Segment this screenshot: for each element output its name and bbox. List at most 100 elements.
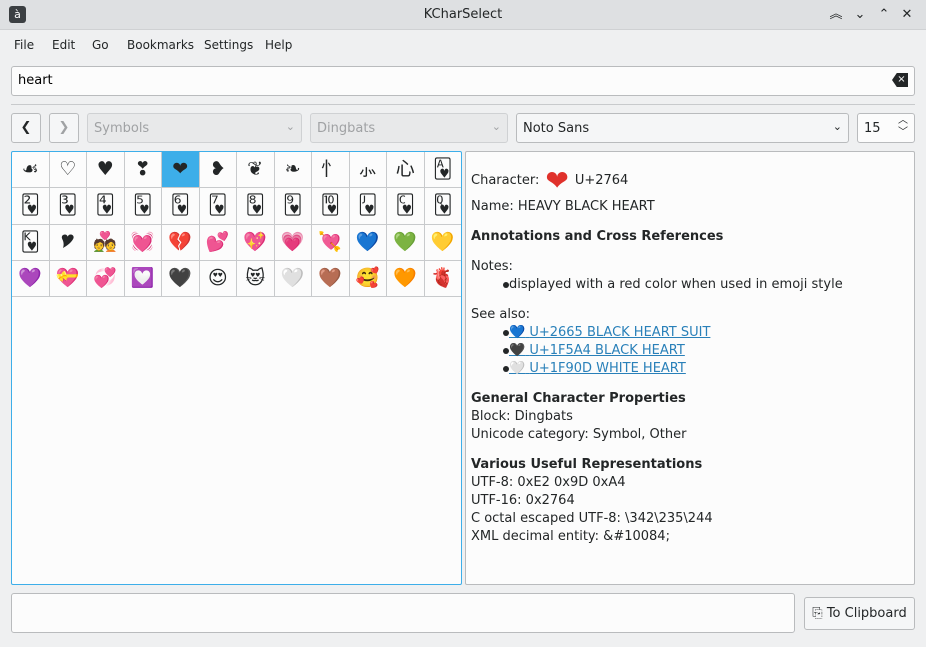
character-cell[interactable]: 🂶 — [162, 188, 200, 225]
see-also-item: 🖤 U+1F5A4 BLACK HEART — [471, 342, 909, 360]
category-info: Unicode category: Symbol, Other — [471, 427, 687, 442]
minimize-icon[interactable]: ⌄ — [850, 5, 870, 25]
character-cell[interactable]: ☙ — [12, 152, 50, 189]
search-field[interactable]: × — [11, 66, 915, 96]
window-title: KCharSelect — [423, 7, 503, 22]
search-input[interactable] — [18, 73, 878, 88]
character-cell[interactable]: 💜 — [12, 260, 50, 298]
character-cell[interactable]: 🧡 — [387, 260, 425, 298]
menu-edit[interactable]: Edit — [52, 38, 75, 52]
character-cell[interactable]: ❧ — [274, 152, 312, 189]
forward-button[interactable]: ❯ — [49, 113, 79, 143]
character-cell[interactable]: 💙 — [349, 224, 387, 261]
section-select[interactable]: Symbols ⌄ — [87, 113, 302, 143]
character-code: U+2764 — [574, 173, 629, 188]
annotations-heading: Annotations and Cross References — [471, 229, 724, 244]
see-also-item: 🤍 U+1F90D WHITE HEART — [471, 360, 909, 378]
character-cell[interactable]: 😻 — [237, 260, 275, 298]
character-cell[interactable]: 🖤 — [162, 260, 200, 298]
menu-go[interactable]: Go — [92, 38, 109, 52]
character-cell[interactable]: 🥰 — [349, 260, 387, 298]
character-cell[interactable]: 💘 — [312, 224, 350, 261]
note-item: displayed with a red color when used in … — [471, 276, 909, 294]
heart-icon: 🤍 — [509, 361, 526, 376]
chevron-left-icon: ❮ — [20, 120, 32, 135]
to-clipboard-button[interactable]: ⎘ To Clipboard — [804, 597, 915, 630]
link-text: U+1F90D WHITE HEART — [529, 361, 686, 376]
keep-above-icon[interactable]: ︽ — [826, 5, 846, 25]
to-clipboard-label: To Clipboard — [826, 606, 907, 621]
menu-help[interactable]: Help — [265, 38, 292, 52]
character-cell[interactable]: 🂼 — [387, 188, 425, 225]
character-cell[interactable]: ⼼ — [387, 152, 425, 189]
character-cell[interactable]: 💞 — [87, 260, 125, 298]
notes-label: Notes: — [471, 259, 513, 274]
character-cell[interactable]: 🂽 — [424, 188, 461, 225]
representations-heading: Various Useful Representations — [471, 457, 703, 472]
character-cell[interactable]: 💝 — [49, 260, 87, 298]
character-cell[interactable]: ❣ — [124, 152, 162, 189]
character-cell[interactable]: ⺖ — [312, 152, 350, 189]
character-cell[interactable]: 💛 — [424, 225, 461, 261]
character-label: Character: — [471, 173, 540, 188]
character-cell[interactable]: 🎔 — [49, 224, 87, 261]
character-cell[interactable]: 💖 — [237, 224, 275, 261]
see-also-link[interactable]: 💙 U+2665 BLACK HEART SUIT — [509, 325, 710, 340]
back-button[interactable]: ❮ — [11, 113, 41, 143]
xml-info: XML decimal entity: &#10084; — [471, 529, 670, 544]
see-also-label: See also: — [471, 307, 531, 322]
character-cell[interactable]: 🂳 — [49, 188, 87, 225]
output-text-field[interactable] — [11, 593, 795, 633]
character-cell[interactable]: 🂸 — [237, 188, 275, 225]
character-cell[interactable]: 💗 — [274, 224, 312, 261]
maximize-icon[interactable]: ⌃ — [874, 5, 894, 25]
font-size-spinbox[interactable]: 15 ︿ ﹀ — [857, 113, 915, 143]
character-cell[interactable]: ❤ — [162, 152, 200, 189]
character-cell[interactable]: 😍 — [199, 260, 237, 298]
note-text: displayed with a red color when used in … — [509, 277, 843, 292]
character-cell[interactable]: 💔 — [162, 224, 200, 261]
character-cell[interactable]: 🂾 — [12, 224, 50, 261]
character-cell[interactable]: 🂻 — [349, 188, 387, 225]
see-also-link[interactable]: 🤍 U+1F90D WHITE HEART — [509, 361, 686, 376]
spin-arrows-icon[interactable]: ︿ ﹀ — [898, 115, 908, 139]
character-cell[interactable]: 💑 — [87, 224, 125, 261]
chevron-down-icon: ⌄ — [285, 120, 295, 133]
character-cell[interactable]: ♡ — [49, 152, 87, 189]
block-select[interactable]: Dingbats ⌄ — [310, 113, 508, 143]
block-value: Dingbats — [317, 121, 376, 136]
character-cell[interactable]: 💕 — [199, 224, 237, 261]
utf16-info: UTF-16: 0x2764 — [471, 493, 575, 508]
font-value: Noto Sans — [523, 121, 590, 136]
see-also-link[interactable]: 🖤 U+1F5A4 BLACK HEART — [509, 343, 685, 358]
character-cell[interactable]: 🫀 — [424, 261, 461, 298]
character-cell[interactable]: ❥ — [199, 152, 237, 189]
menu-file[interactable]: File — [14, 38, 34, 52]
character-cell[interactable]: ♥ — [87, 152, 125, 189]
character-cell[interactable]: 🂲 — [12, 188, 50, 225]
menu-bookmarks[interactable]: Bookmarks — [127, 38, 194, 52]
character-cell[interactable]: ⺗ — [349, 152, 387, 189]
close-icon[interactable]: ✕ — [897, 5, 917, 25]
character-table[interactable]: ☙ ♡ ♥ ❣ ❤ ❥ ❦ ❧ ⺖⺗⼼ 🂱 🂲 🂳 🂴 🂵 🂶 🂷 🂸 🂹 🂺 🂻 🂼 🂽 🂾 🎔 💑 💓 💔 💕 💖 💗 💘 💙 💚 💛 💜 💝 💞 💟… — [11, 151, 462, 585]
character-cell[interactable]: ❦ — [237, 152, 275, 189]
character-cell[interactable]: 🂺 — [312, 188, 350, 225]
block-info: Block: Dingbats — [471, 409, 573, 424]
character-cell[interactable]: 🤍 — [274, 260, 312, 298]
link-text: U+2665 BLACK HEART SUIT — [529, 325, 711, 340]
heart-icon: 💙 — [509, 325, 526, 340]
character-cell[interactable]: 🂹 — [274, 188, 312, 225]
character-preview: ❤ — [545, 164, 569, 197]
clear-icon[interactable]: × — [892, 73, 908, 87]
character-cell[interactable]: 🂱 — [424, 152, 461, 189]
character-cell[interactable]: 💓 — [124, 224, 162, 261]
character-cell[interactable]: 💟 — [124, 260, 162, 298]
character-cell[interactable]: 🤎 — [312, 260, 350, 298]
menu-settings[interactable]: Settings — [204, 38, 253, 52]
font-select[interactable]: Noto Sans ⌄ — [516, 113, 849, 143]
character-cell[interactable]: 🂵 — [124, 188, 162, 225]
divider — [11, 104, 915, 105]
character-cell[interactable]: 💚 — [387, 224, 425, 261]
character-cell[interactable]: 🂴 — [87, 188, 125, 225]
character-cell[interactable]: 🂷 — [199, 188, 237, 225]
